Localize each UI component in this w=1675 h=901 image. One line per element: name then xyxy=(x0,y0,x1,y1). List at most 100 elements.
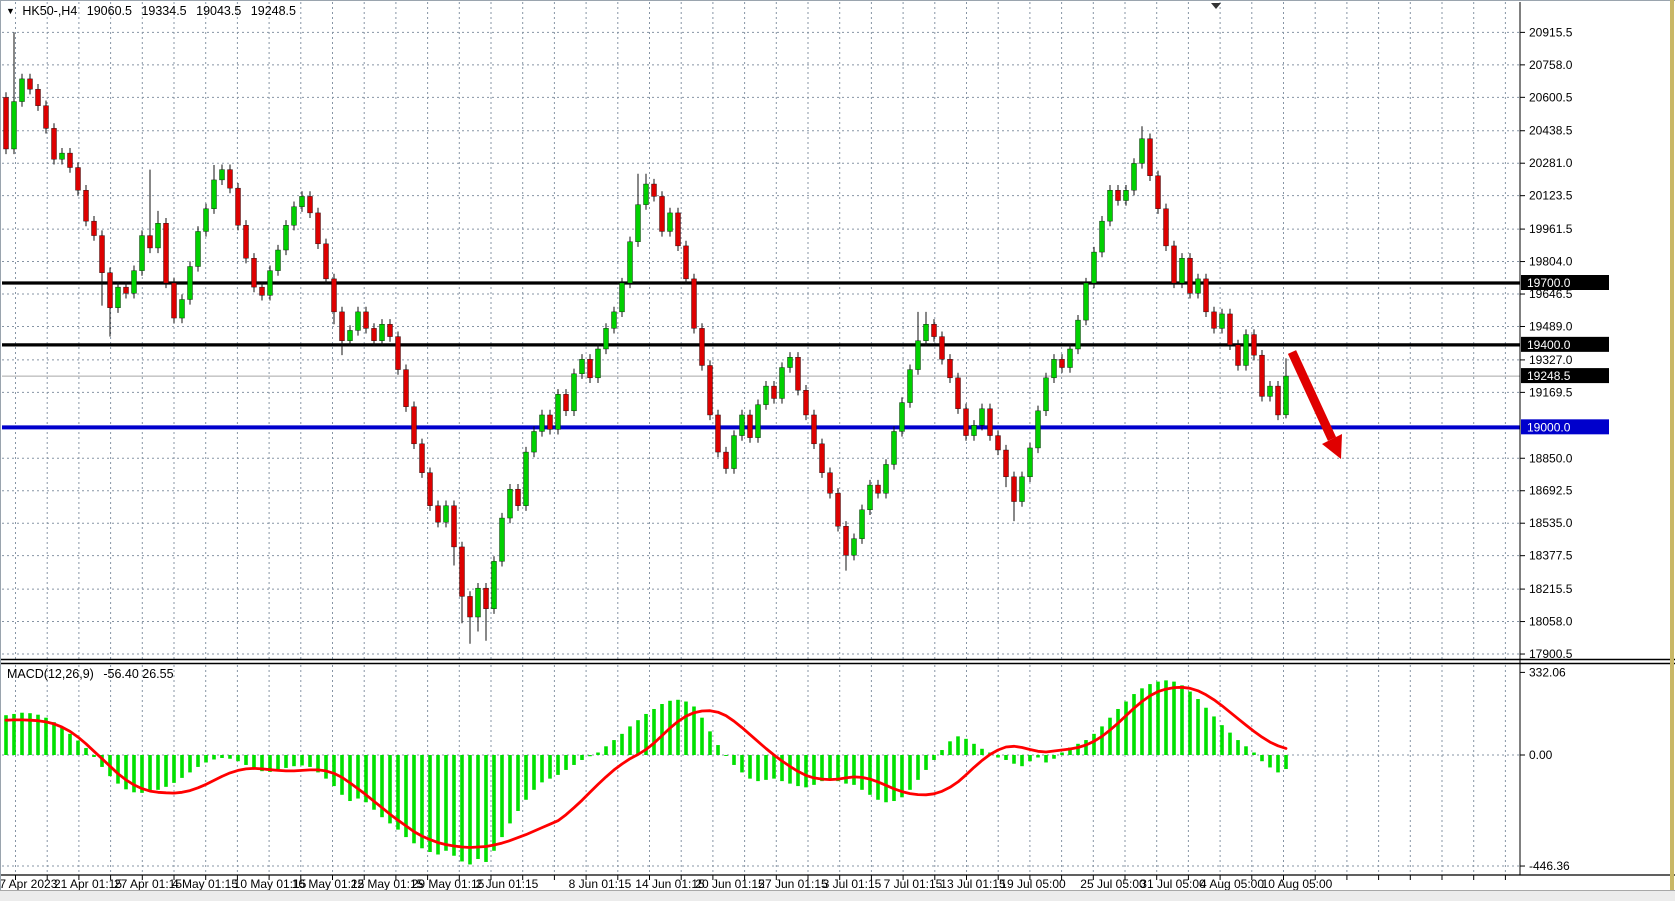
candle-bear xyxy=(1116,190,1121,200)
candle-bear xyxy=(236,188,241,225)
svg-text:29 May 01:15: 29 May 01:15 xyxy=(412,877,485,891)
candle-bear xyxy=(548,415,553,429)
svg-text:19327.0: 19327.0 xyxy=(1529,353,1573,367)
candle-bull xyxy=(732,436,737,469)
candle-bull xyxy=(596,349,601,378)
window-right-edge xyxy=(1670,0,1674,890)
candle-bear xyxy=(716,415,721,452)
candle-bull xyxy=(12,102,17,149)
candle-bull xyxy=(868,485,873,510)
candle-bear xyxy=(460,547,465,596)
svg-text:18215.5: 18215.5 xyxy=(1529,582,1573,596)
candle-bull xyxy=(268,271,273,296)
candle-bull xyxy=(884,464,889,493)
candle-bull xyxy=(188,267,193,300)
candle-bear xyxy=(796,357,801,390)
candle-bull xyxy=(740,415,745,436)
candle-bear xyxy=(1012,477,1017,502)
candle-bull xyxy=(140,236,145,271)
svg-text:20 Jun 01:15: 20 Jun 01:15 xyxy=(695,877,765,891)
candle-bull xyxy=(60,153,65,159)
candle-bull xyxy=(1180,258,1185,283)
candle-bull xyxy=(1068,349,1073,368)
candle-bear xyxy=(708,365,713,414)
candle-bear xyxy=(428,473,433,506)
candle-bull xyxy=(20,79,25,102)
candle-bull xyxy=(1108,190,1113,221)
candle-bull xyxy=(532,431,537,452)
ohlc-close: 19248.5 xyxy=(251,4,296,18)
candle-bear xyxy=(4,97,9,149)
candle-bull xyxy=(292,207,297,226)
candle-bear xyxy=(332,279,337,312)
candle-bear xyxy=(468,596,473,617)
candle-bull xyxy=(348,330,353,340)
candle-bear xyxy=(436,506,441,522)
candle-bull xyxy=(156,223,161,248)
svg-text:10 Aug 05:00: 10 Aug 05:00 xyxy=(1262,877,1333,891)
candle-bear xyxy=(988,409,993,436)
candle-bull xyxy=(380,324,385,340)
candle-bull xyxy=(1052,359,1057,378)
candle-bear xyxy=(76,168,81,191)
candle-bear xyxy=(684,246,689,279)
svg-text:20758.0: 20758.0 xyxy=(1529,58,1573,72)
candle-bull xyxy=(1100,221,1105,252)
symbol-dropdown-icon[interactable]: ▼ xyxy=(6,6,15,16)
svg-text:19700.0: 19700.0 xyxy=(1527,276,1571,290)
candle-bull xyxy=(492,561,497,608)
candle-bull xyxy=(1076,320,1081,349)
candle-bear xyxy=(412,407,417,444)
ohlc-high: 19334.5 xyxy=(141,4,186,18)
candle-bull xyxy=(668,213,673,232)
candle-bear xyxy=(364,312,369,328)
candle-bear xyxy=(820,444,825,473)
svg-text:4 May 01:15: 4 May 01:15 xyxy=(172,877,238,891)
candle-bear xyxy=(124,287,129,293)
candle-bull xyxy=(852,539,857,555)
candle-bull xyxy=(508,489,513,518)
candle-bull xyxy=(500,518,505,561)
time-axis: 17 Apr 202321 Apr 01:1527 Apr 01:154 May… xyxy=(0,875,1505,891)
candle-bull xyxy=(644,184,649,205)
candle-bear xyxy=(92,221,97,235)
candle-bear xyxy=(964,409,969,436)
candle-bear xyxy=(52,128,57,159)
candle-bull xyxy=(1220,314,1225,328)
candle-bear xyxy=(316,213,321,244)
candle-bear xyxy=(484,588,489,609)
candle-bull xyxy=(980,409,985,425)
candle-bear xyxy=(372,328,377,340)
svg-text:19169.5: 19169.5 xyxy=(1529,385,1573,399)
window-status-strip xyxy=(0,890,1675,901)
candle-bear xyxy=(36,89,41,105)
candle-bull xyxy=(540,415,545,431)
symbol-label: HK50-,H4 xyxy=(22,4,77,18)
chart-canvas[interactable]: 20915.520758.020600.520438.520281.020123… xyxy=(0,0,1675,900)
chart-window: 20915.520758.020600.520438.520281.020123… xyxy=(0,0,1675,900)
candle-bear xyxy=(948,359,953,378)
candle-bear xyxy=(252,258,257,287)
svg-text:27 Jun 01:15: 27 Jun 01:15 xyxy=(758,877,828,891)
candle-bear xyxy=(812,415,817,444)
macd-indicator-label: MACD(12,26,9) -56.40 26.55 xyxy=(7,667,180,681)
svg-text:17900.5: 17900.5 xyxy=(1529,647,1573,661)
candle-bear xyxy=(588,359,593,378)
svg-text:4 Aug 05:00: 4 Aug 05:00 xyxy=(1200,877,1264,891)
svg-text:19961.5: 19961.5 xyxy=(1529,222,1573,236)
candle-bear xyxy=(772,386,777,398)
candle-bear xyxy=(228,170,233,189)
candle-bear xyxy=(1252,335,1257,356)
candle-bear xyxy=(396,337,401,370)
candle-bull xyxy=(860,510,865,539)
candle-bear xyxy=(420,444,425,473)
candle-bear xyxy=(1172,246,1177,283)
candle-bear xyxy=(660,196,665,231)
candle-bear xyxy=(1260,355,1265,396)
candle-bear xyxy=(836,493,841,526)
candle-bull xyxy=(356,312,361,331)
candle-bear xyxy=(68,153,73,167)
candle-bull xyxy=(764,386,769,405)
candle-bear xyxy=(452,506,457,547)
candle-bull xyxy=(1044,378,1049,411)
